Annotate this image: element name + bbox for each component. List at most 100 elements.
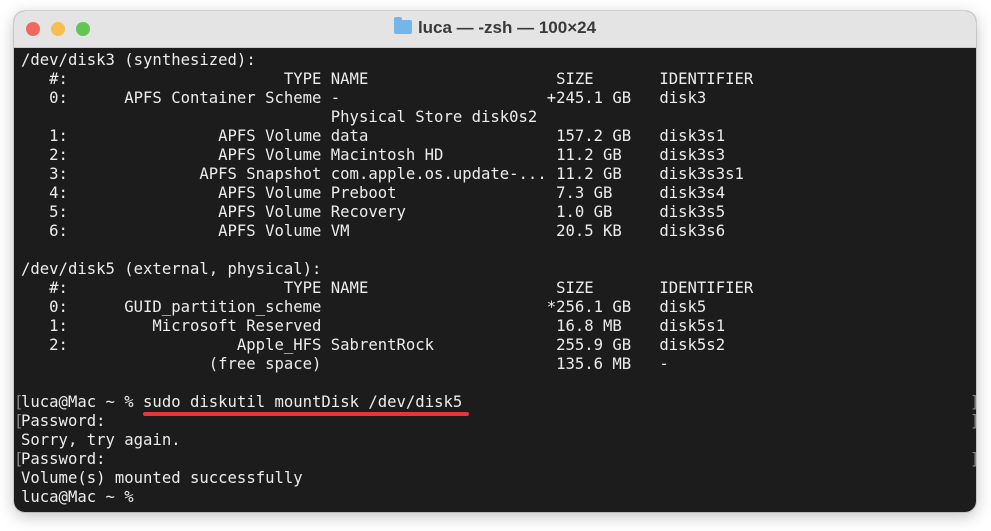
session-line: Volume(s) mounted successfully: [21, 469, 976, 488]
type-cell: Apple_HFS: [236, 336, 322, 354]
type-cell: APFS Container Scheme: [124, 89, 322, 107]
index-cell: 2:: [49, 336, 68, 354]
identifier-cell: disk3s5: [659, 203, 726, 221]
name-cell: data: [330, 127, 369, 145]
index-cell: 1:: [49, 317, 68, 335]
size-cell: 135.6 MB: [546, 355, 632, 373]
index-cell: 2:: [49, 146, 68, 164]
type-cell: APFS Volume: [218, 146, 322, 164]
identifier-cell: -: [659, 355, 669, 373]
table-row: 5: APFS Volume Recovery 1.0 GB disk3s5: [21, 203, 976, 222]
type-cell: TYPE: [283, 279, 322, 297]
session-text: Password:: [21, 412, 106, 430]
size-cell: 157.2 GB: [546, 127, 632, 145]
name-cell: VM: [330, 222, 350, 240]
window-title-text: luca — -zsh — 100×24: [417, 18, 597, 37]
table-row: 1: Microsoft Reserved 16.8 MB disk5s1: [21, 317, 976, 336]
type-cell: GUID_partition_scheme: [124, 298, 322, 316]
type-cell: APFS Snapshot: [199, 165, 322, 183]
name-cell: com.apple.os.update-...: [330, 165, 547, 183]
index-cell: #:: [49, 70, 68, 88]
identifier-cell: disk3s4: [659, 184, 726, 202]
table-row: 1: APFS Volume data 157.2 GB disk3s1: [21, 127, 976, 146]
size-cell: SIZE: [546, 70, 594, 88]
table-row: Physical Store disk0s2: [21, 108, 976, 127]
type-cell: APFS Volume: [218, 222, 322, 240]
prompt-mark-right: ]: [970, 412, 976, 431]
size-cell: 7.3 GB: [546, 184, 613, 202]
identifier-cell: disk5s2: [659, 336, 726, 354]
session-text: Password:: [21, 450, 106, 468]
size-cell: 20.5 KB: [546, 222, 622, 240]
table-row: 3: APFS Snapshot com.apple.os.update-... 1…: [21, 165, 976, 184]
index-cell: 4:: [49, 184, 68, 202]
table-row: 4: APFS Volume Preboot 7.3 GB disk3s4: [21, 184, 976, 203]
index-cell: 5:: [49, 203, 68, 221]
index-cell: 0:: [49, 89, 68, 107]
prompt-mark-right: ]: [970, 450, 976, 469]
index-cell: #:: [49, 279, 68, 297]
index-cell: 6:: [49, 222, 68, 240]
name-cell: Recovery: [330, 203, 406, 221]
index-cell: 3:: [49, 165, 68, 183]
size-cell: 1.0 GB: [546, 203, 613, 221]
name-cell: NAME: [330, 70, 369, 88]
identifier-cell: disk3s3s1: [659, 165, 744, 183]
table-row: 0: GUID_partition_scheme *256.1 GB disk5: [21, 298, 976, 317]
table-row: 2: Apple_HFS SabrentRock 255.9 GB disk5s2: [21, 336, 976, 355]
name-cell: SabrentRock: [330, 336, 435, 354]
disk-title: /dev/disk3 (synthesized):: [21, 51, 256, 69]
type-cell: TYPE: [283, 70, 322, 88]
identifier-cell: disk5s1: [659, 317, 726, 335]
size-cell: 255.9 GB: [546, 336, 632, 354]
table-header: #: TYPE NAME SIZE IDENTIFIER: [21, 279, 976, 298]
type-cell: (free space): [208, 355, 322, 373]
name-cell: Physical Store disk0s2: [330, 108, 538, 126]
size-cell: SIZE: [546, 279, 594, 297]
size-cell: *256.1 GB: [546, 298, 632, 316]
size-cell: +245.1 GB: [546, 89, 632, 107]
session-line: [] Password:: [14, 450, 976, 469]
session-text: luca@Mac ~ % sudo diskutil mountDisk /de…: [21, 393, 463, 411]
type-cell: APFS Volume: [218, 184, 322, 202]
session-line: [] luca@Mac ~ % sudo diskutil mountDisk /…: [14, 393, 976, 412]
size-cell: 11.2 GB: [546, 165, 622, 183]
identifier-cell: disk3: [659, 89, 707, 107]
index-cell: 0:: [49, 298, 68, 316]
terminal-output[interactable]: /dev/disk3 (synthesized): #: TYPE NAME SIZE…: [14, 51, 976, 507]
identifier-cell: disk3s6: [659, 222, 726, 240]
name-cell: Macintosh HD: [330, 146, 444, 164]
session-text: luca@Mac ~ %: [21, 488, 134, 506]
table-header: #: TYPE NAME SIZE IDENTIFIER: [21, 70, 976, 89]
command-highlight-underline: [143, 412, 469, 416]
index-cell: 1:: [49, 127, 68, 145]
identifier-cell: disk3s3: [659, 146, 726, 164]
identifier-cell: disk3s1: [659, 127, 726, 145]
type-cell: Microsoft Reserved: [152, 317, 322, 335]
disk-title: /dev/disk5 (external, physical):: [21, 260, 322, 278]
table-row: 2: APFS Volume Macintosh HD 11.2 GB disk3s3: [21, 146, 976, 165]
session-text: Volume(s) mounted successfully: [21, 469, 303, 487]
name-cell: -: [330, 89, 341, 107]
size-cell: 16.8 MB: [546, 317, 622, 335]
session-text: Sorry, try again.: [21, 431, 181, 449]
type-cell: APFS Volume: [218, 203, 322, 221]
identifier-cell: IDENTIFIER: [659, 279, 754, 297]
title-bar: luca — -zsh — 100×24: [14, 11, 976, 48]
session-line: luca@Mac ~ %: [21, 488, 976, 507]
session-line: Sorry, try again.: [21, 431, 976, 450]
identifier-cell: IDENTIFIER: [659, 70, 754, 88]
identifier-cell: disk5: [659, 298, 707, 316]
prompt-mark-left: [: [14, 450, 24, 468]
table-row: 0: APFS Container Scheme - +245.1 GB disk3: [21, 89, 976, 108]
prompt-mark-left: [: [14, 412, 24, 430]
name-cell: NAME: [330, 279, 369, 297]
type-cell: APFS Volume: [218, 127, 322, 145]
table-row: 6: APFS Volume VM 20.5 KB disk3s6: [21, 222, 976, 241]
window-title: luca — -zsh — 100×24: [14, 17, 976, 38]
folder-icon: [393, 17, 412, 34]
prompt-mark-right: ]: [970, 393, 976, 412]
size-cell: 11.2 GB: [546, 146, 622, 164]
